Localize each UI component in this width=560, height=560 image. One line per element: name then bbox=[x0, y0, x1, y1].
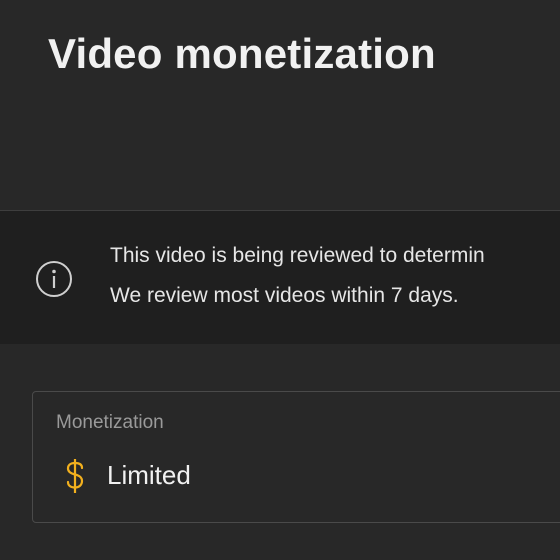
info-icon bbox=[36, 261, 72, 297]
video-monetization-page: Video monetization This video is being r… bbox=[0, 0, 560, 560]
page-title: Video monetization bbox=[48, 30, 436, 77]
review-notice-banner bbox=[0, 211, 560, 344]
dollar-icon bbox=[66, 459, 84, 493]
monetization-label: Monetization bbox=[56, 412, 164, 433]
monetization-status-card[interactable] bbox=[32, 391, 560, 523]
notice-text-line-2: We review most videos within 7 days. bbox=[110, 284, 459, 307]
notice-text-line-1: This video is being reviewed to determin bbox=[110, 244, 485, 267]
monetization-status-value: Limited bbox=[107, 460, 191, 490]
